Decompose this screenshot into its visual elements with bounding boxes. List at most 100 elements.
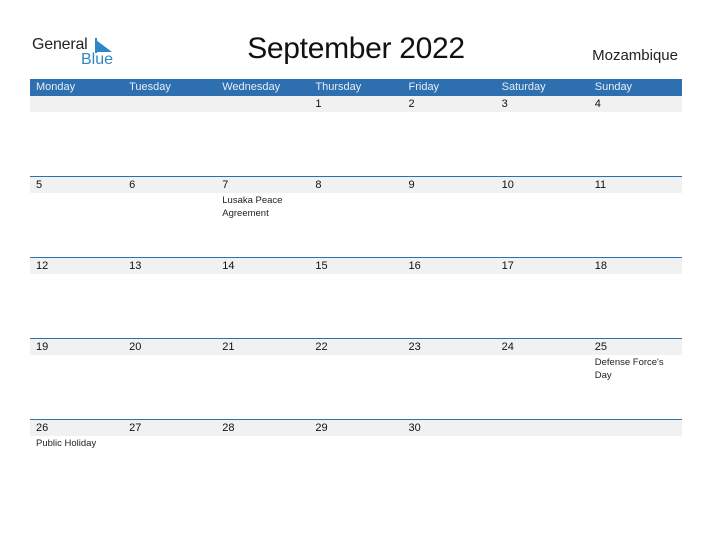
day-number: 28 — [222, 422, 235, 434]
day-cell — [589, 112, 682, 113]
date-number-row: 12 13 14 15 16 17 18 — [30, 258, 682, 274]
holiday-event — [36, 355, 116, 356]
day-number: 15 — [315, 260, 328, 272]
event-row — [30, 112, 682, 113]
day-number: 24 — [501, 341, 514, 353]
week-row: 5 6 7 8 9 10 11 Lusaka Peace Agreement — [30, 176, 682, 258]
week-row: 1 2 3 4 — [30, 96, 682, 177]
event-row — [30, 274, 682, 275]
holiday-event — [129, 355, 209, 356]
week-row: 12 13 14 15 16 17 18 — [30, 257, 682, 339]
day-number: 22 — [315, 341, 328, 353]
day-cell — [403, 436, 496, 450]
weekday-sunday: Sunday — [594, 81, 633, 93]
day-number: 30 — [408, 422, 421, 434]
event-row: Defense Force's Day — [30, 355, 682, 382]
week-row: 26 27 28 29 30 Public Holiday — [30, 419, 682, 501]
day-number: 11 — [594, 179, 607, 191]
day-number: 29 — [315, 422, 328, 434]
day-number: 20 — [129, 341, 142, 353]
day-cell — [403, 112, 496, 113]
holiday-event — [315, 274, 395, 275]
event-row: Lusaka Peace Agreement — [30, 193, 682, 220]
holiday-event — [595, 112, 675, 113]
holiday-event — [222, 355, 302, 356]
holiday-event — [409, 112, 489, 113]
holiday-event — [36, 112, 116, 113]
day-number: 19 — [36, 341, 49, 353]
day-cell — [403, 193, 496, 220]
day-cell — [216, 274, 309, 275]
day-cell — [496, 355, 589, 382]
weekday-monday: Monday — [36, 81, 76, 93]
day-number: 21 — [222, 341, 235, 353]
day-number: 4 — [594, 98, 601, 110]
holiday-event — [315, 193, 395, 194]
day-cell — [496, 436, 589, 450]
day-number: 3 — [501, 98, 508, 110]
holiday-event — [222, 436, 302, 437]
day-cell — [309, 274, 402, 275]
day-number — [589, 420, 682, 436]
holiday-event — [595, 274, 675, 275]
day-number: 17 — [501, 260, 514, 272]
holiday-event — [129, 436, 209, 437]
holiday-event — [129, 112, 209, 113]
day-cell — [309, 193, 402, 220]
day-cell — [123, 193, 216, 220]
holiday-event: Defense Force's Day — [594, 357, 664, 381]
day-cell — [496, 193, 589, 220]
day-number: 1 — [315, 98, 322, 110]
holiday-event: Lusaka Peace Agreement — [222, 195, 283, 219]
holiday-event — [315, 355, 395, 356]
day-number: 23 — [408, 341, 421, 353]
date-number-row: 19 20 21 22 23 24 25 — [30, 339, 682, 355]
holiday-event — [502, 193, 582, 194]
holiday-event — [409, 436, 489, 437]
day-number: 7 — [222, 179, 229, 191]
weekday-header: Monday Tuesday Wednesday Thursday Friday… — [30, 79, 682, 96]
day-cell: Public Holiday — [30, 436, 123, 450]
weekday-wednesday: Wednesday — [222, 81, 281, 93]
day-cell — [403, 274, 496, 275]
weekday-thursday: Thursday — [315, 81, 362, 93]
day-number — [30, 96, 123, 112]
day-number: 26 — [36, 422, 49, 434]
holiday-event — [222, 112, 302, 113]
day-cell — [309, 436, 402, 450]
day-number: 5 — [36, 179, 43, 191]
day-cell — [123, 274, 216, 275]
day-number: 18 — [594, 260, 607, 272]
day-cell — [216, 112, 309, 113]
day-number: 16 — [408, 260, 421, 272]
day-number — [496, 420, 589, 436]
day-cell — [216, 436, 309, 450]
holiday-event — [502, 112, 582, 113]
weekday-saturday: Saturday — [501, 81, 546, 93]
holiday-event — [315, 112, 395, 113]
day-cell: Defense Force's Day — [589, 355, 682, 382]
holiday-event — [409, 193, 489, 194]
day-cell — [496, 112, 589, 113]
holiday-event — [502, 355, 582, 356]
day-cell — [123, 436, 216, 450]
day-cell — [30, 355, 123, 382]
holiday-event: Public Holiday — [36, 438, 97, 449]
date-number-row: 1 2 3 4 — [30, 96, 682, 112]
weekday-tuesday: Tuesday — [129, 81, 171, 93]
day-number: 8 — [315, 179, 322, 191]
day-cell — [309, 112, 402, 113]
holiday-event — [409, 355, 489, 356]
country-label: Mozambique — [592, 47, 678, 64]
day-cell — [30, 193, 123, 220]
day-number: 13 — [129, 260, 142, 272]
day-cell — [589, 274, 682, 275]
day-number: 27 — [129, 422, 142, 434]
day-number: 6 — [129, 179, 136, 191]
day-number: 25 — [594, 341, 607, 353]
holiday-event — [315, 436, 395, 437]
day-cell — [589, 436, 682, 450]
holiday-event — [36, 193, 116, 194]
day-cell — [216, 355, 309, 382]
day-cell — [123, 112, 216, 113]
